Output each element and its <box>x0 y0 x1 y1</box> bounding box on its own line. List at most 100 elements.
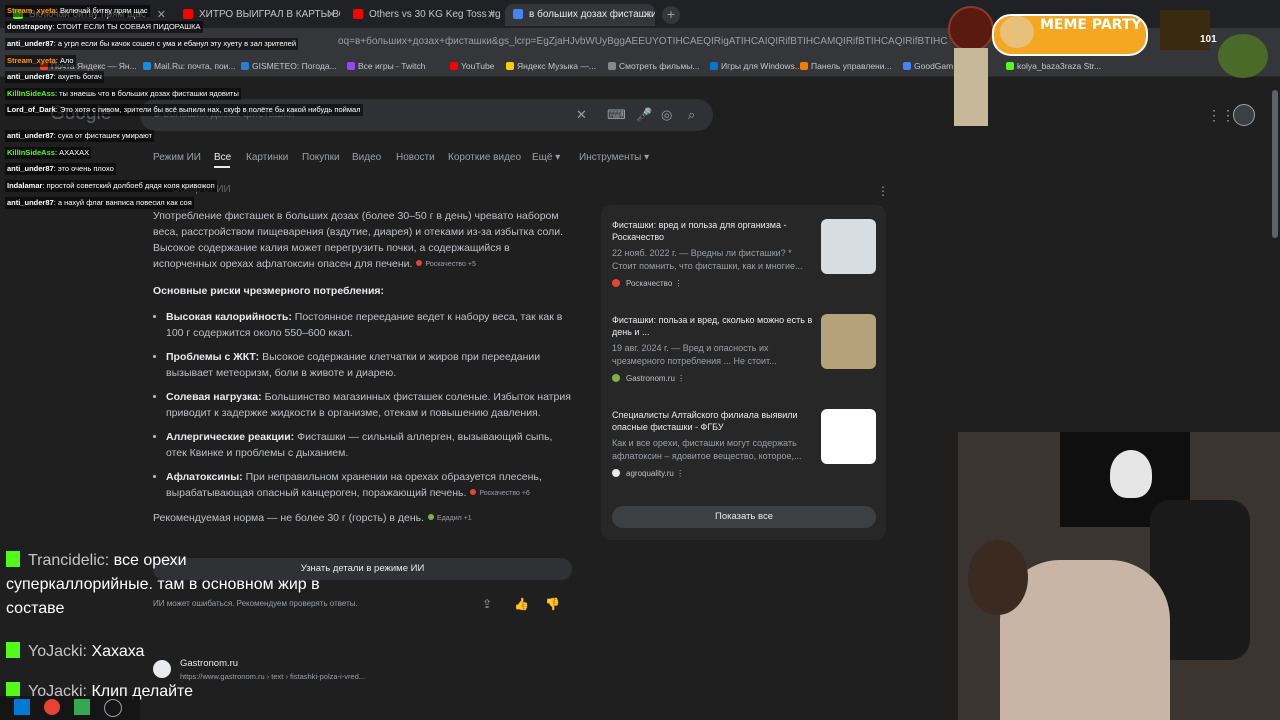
ai-intro: Употребление фисташек в больших дозах (б… <box>153 208 573 273</box>
source-card[interactable]: Фисташки: вред и польза для организма - … <box>612 219 817 288</box>
source-chip[interactable]: Роскачество +5 <box>416 257 476 273</box>
bookmark-favicon-icon <box>143 62 151 70</box>
lens-icon[interactable]: ◎ <box>661 107 672 123</box>
chat-text: простой советский долбоеб дядя коля крив… <box>46 181 215 190</box>
bookmark-label: GISMETEO: Погода... <box>252 61 337 71</box>
search-tab[interactable]: Инструменты ▾ <box>579 152 649 163</box>
source-more-icon[interactable]: ⋮ <box>675 374 685 383</box>
overlay-chat-message: Trancidelic: все орехи суперкаллорийные.… <box>6 549 336 621</box>
source-site[interactable]: Роскачество ⋮ <box>612 279 817 288</box>
bookmark-item[interactable]: Панель управлени... <box>800 61 892 71</box>
source-title[interactable]: Фисташки: польза и вред, сколько можно е… <box>612 314 817 338</box>
chat-text: а угрл если бы качок сошел с ума и ебану… <box>57 39 297 48</box>
bookmark-item[interactable]: kolya_baza3raza Str... <box>1006 61 1101 71</box>
app-icon[interactable] <box>74 699 90 715</box>
meme-party-text: MEME PARTY <box>1040 17 1142 33</box>
bookmark-item[interactable]: YouTube <box>450 61 494 71</box>
source-thumbnail[interactable] <box>821 219 876 274</box>
clear-icon[interactable]: ✕ <box>576 107 587 123</box>
risk-label: Афлатоксины: <box>166 471 243 483</box>
search-tab[interactable]: Картинки <box>246 152 288 163</box>
search-tab[interactable]: Режим ИИ <box>153 152 201 163</box>
source-site[interactable]: Gastronom.ru ⋮ <box>612 374 817 383</box>
scrollbar[interactable] <box>1272 90 1278 238</box>
more-options-icon[interactable]: ⋮ <box>877 184 889 198</box>
risk-label: Солевая нагрузка: <box>166 391 262 403</box>
thumbs-up-icon[interactable]: 👍 <box>514 597 529 611</box>
bookmark-label: YouTube <box>461 61 495 71</box>
overlay-chat-username: Trancidelic: <box>28 552 110 569</box>
tab-close-icon[interactable]: ✕ <box>487 4 496 26</box>
bookmark-item[interactable]: GoodGam... <box>903 61 960 71</box>
chat-message: KillInSideAss: АХАХАХ <box>5 147 92 159</box>
search-tab[interactable]: Новости <box>396 152 435 163</box>
source-more-icon[interactable]: ⋮ <box>674 469 684 478</box>
search-tab[interactable]: Короткие видео <box>448 152 521 163</box>
source-card[interactable]: Фисташки: польза и вред, сколько можно е… <box>612 314 817 383</box>
source-card[interactable]: Специалисты Алтайского филиала выявили о… <box>612 409 817 478</box>
search-tab[interactable]: Ещё ▾ <box>532 152 560 163</box>
tab-3[interactable]: в больших дозах фисташки - П✕ <box>505 4 655 26</box>
chat-username: anti_under87 <box>7 39 54 48</box>
bookmark-item[interactable]: Все игры - Twitch <box>347 61 425 71</box>
bookmark-label: kolya_baza3raza Str... <box>1017 61 1102 71</box>
tab-close-icon[interactable]: ✕ <box>327 4 336 26</box>
source-site[interactable]: agroquality.ru ⋮ <box>612 469 817 478</box>
risk-item: Проблемы с ЖКТ: Высокое содержание клетч… <box>166 349 573 381</box>
chat-message: KillInSideAss: ты знаешь что в больших д… <box>5 88 241 100</box>
windows-start-icon[interactable] <box>14 699 30 715</box>
bookmark-label: Панель управлени... <box>811 61 892 71</box>
tab-favicon-icon <box>353 9 363 20</box>
source-more-icon[interactable]: ⋮ <box>672 279 683 288</box>
tab-label: Others vs 30 KG Keg Toss #gym <box>369 9 500 20</box>
search-tab[interactable]: Все <box>214 152 231 163</box>
chrome-icon[interactable] <box>44 699 60 715</box>
kick-icon <box>6 551 20 567</box>
bookmark-item[interactable]: Игры для Windows... <box>710 61 802 71</box>
search-tab[interactable]: Покупки <box>302 152 340 163</box>
source-chip[interactable]: Роскачество +6 <box>470 486 530 502</box>
source-thumbnail[interactable] <box>821 314 876 369</box>
risk-item: Афлатоксины: При неправильном хранении н… <box>166 469 573 502</box>
keyboard-icon[interactable]: ⌨ <box>607 107 626 123</box>
obs-icon[interactable] <box>104 699 122 717</box>
bookmark-label: Яндекс Музыка —... <box>517 61 596 71</box>
show-all-button[interactable]: Показать все <box>612 506 876 528</box>
chat-message: anti_under87: сука от фисташек умирают <box>5 130 155 142</box>
roskachestvo-icon <box>416 260 423 266</box>
tab-close-icon[interactable]: ✕ <box>642 4 651 26</box>
bookmark-label: Смотреть фильмы... <box>619 61 700 71</box>
chat-message: Stream_xyeta: Ало <box>5 55 76 67</box>
source-thumbnail[interactable] <box>821 409 876 464</box>
source-site-name: Роскачество <box>626 279 673 288</box>
chat-message: anti_under87: а нахуй флаг ванписа повес… <box>5 197 194 209</box>
chat-message: donstrapony: СТОИТ ЕСЛИ ТЫ СОЕВАЯ ПИДОРА… <box>5 21 203 33</box>
source-title[interactable]: Фисташки: вред и польза для организма - … <box>612 219 817 243</box>
share-icon[interactable]: ⇪ <box>482 597 492 611</box>
source-site-name: Gastronom.ru <box>626 374 675 383</box>
source-title[interactable]: Специалисты Алтайского филиала выявили о… <box>612 409 817 433</box>
bookmark-item[interactable]: Яндекс Музыка —... <box>506 61 596 71</box>
chat-username: Stream_xyeta <box>7 56 56 65</box>
bookmark-item[interactable]: Смотреть фильмы... <box>608 61 699 71</box>
bookmark-item[interactable]: GISMETEO: Погода... <box>241 61 337 71</box>
tab-2[interactable]: Others vs 30 KG Keg Toss #gym ✕ <box>345 4 500 26</box>
chat-text: а нахуй флаг ванписа повесил как соя <box>57 198 192 207</box>
search-icon[interactable]: ⌕ <box>688 107 695 123</box>
source-snippet: 19 авг. 2024 г. — Вред и опасность их чр… <box>612 343 777 366</box>
bookmark-favicon-icon <box>506 62 514 70</box>
bookmark-item[interactable]: Mail.Ru: почта, пои... <box>143 61 236 71</box>
search-tab[interactable]: Видео <box>352 152 381 163</box>
source-favicon-icon <box>612 374 620 382</box>
thumbs-down-icon[interactable]: 👎 <box>545 597 560 611</box>
seal-badge-icon <box>948 6 994 52</box>
microphone-icon[interactable]: 🎤 <box>636 107 652 123</box>
source-chip[interactable]: Едадил +1 <box>428 511 472 527</box>
chat-username: KillInSideAss <box>7 148 55 157</box>
bookmark-favicon-icon <box>347 62 355 70</box>
chat-text: ахуеть богач <box>57 72 102 81</box>
url-text[interactable]: oq=в+больших+дозах+фисташки&gs_lcrp=EgZj… <box>338 36 948 47</box>
new-tab-button[interactable]: + <box>662 6 680 24</box>
tab-favicon-icon <box>183 9 193 20</box>
account-avatar[interactable] <box>1233 104 1255 126</box>
